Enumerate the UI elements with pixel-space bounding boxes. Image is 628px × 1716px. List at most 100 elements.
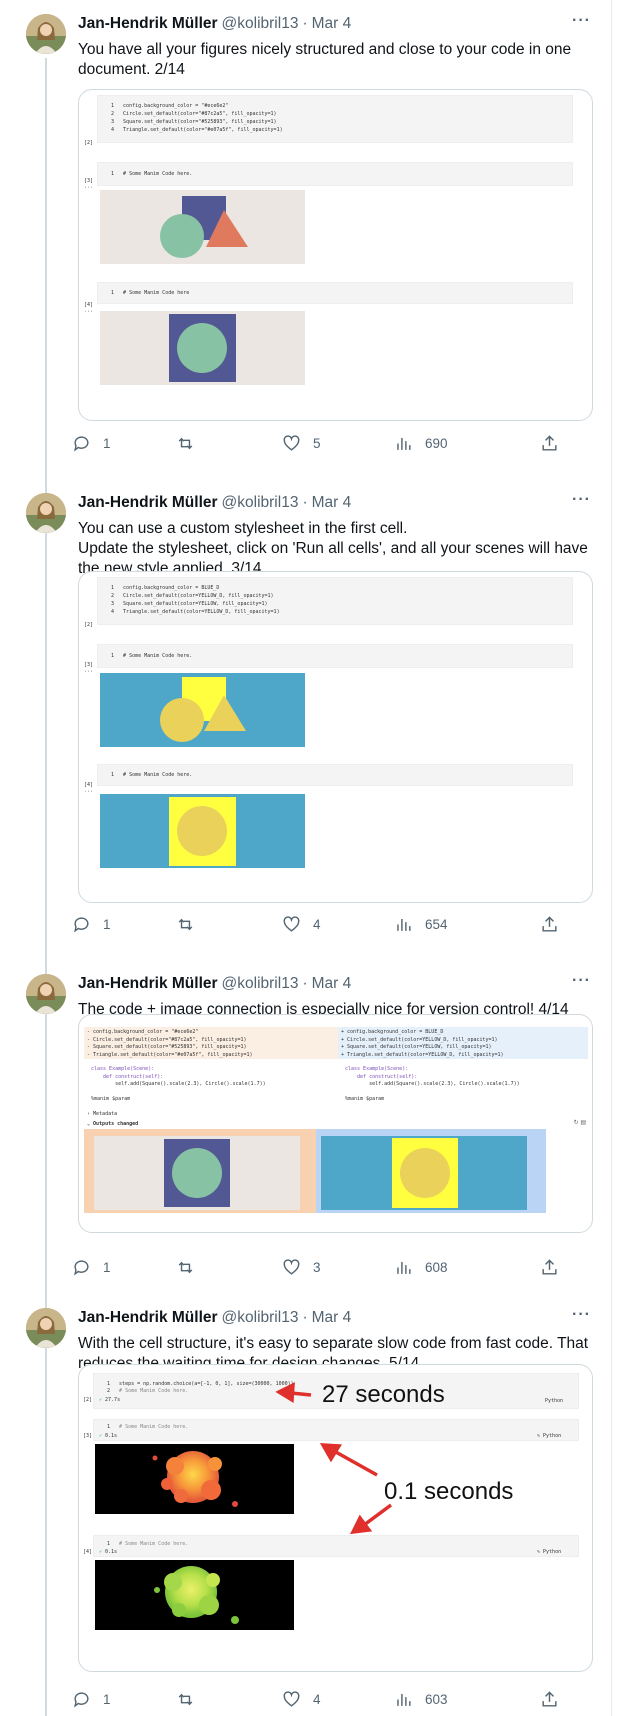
- reply-icon: [74, 917, 89, 933]
- retweet-icon: [178, 1693, 193, 1706]
- diff-line: self.add(Square().scale(2.3), Circle().s…: [91, 1081, 266, 1087]
- author-handle[interactable]: @kolibril13: [222, 15, 299, 33]
- manim-output: [100, 794, 305, 868]
- tweet[interactable]: Jan-Hendrik Müller @kolibril13 · Mar 4 ·…: [0, 479, 612, 960]
- author-name[interactable]: Jan-Hendrik Müller: [78, 975, 218, 993]
- separator-dot: ·: [302, 15, 308, 32]
- outputs-changed-toggle[interactable]: ⌄ Outputs changed: [87, 1121, 138, 1129]
- like-button[interactable]: 4: [282, 1690, 321, 1709]
- tweet-date[interactable]: Mar 4: [312, 494, 352, 512]
- retweet-button[interactable]: [176, 1258, 195, 1277]
- tweet[interactable]: Jan-Hendrik Müller @kolibril13 · Mar 4 ·…: [0, 0, 612, 462]
- cell-label: [3]: [84, 662, 94, 668]
- tweet-media[interactable]: - config.background_color = "#ece6e2" - …: [78, 1014, 593, 1233]
- reply-icon: [74, 436, 89, 452]
- reply-button[interactable]: 1: [72, 915, 111, 934]
- author-handle[interactable]: @kolibril13: [222, 975, 299, 993]
- separator-dot: ·: [302, 975, 308, 992]
- like-count: 4: [313, 917, 321, 932]
- tweet-date[interactable]: Mar 4: [312, 975, 352, 993]
- like-count: 4: [313, 1692, 321, 1707]
- tweet-date[interactable]: Mar 4: [312, 15, 352, 33]
- annotation-arrows: [275, 1382, 393, 1535]
- diff-line: class Example(Scene):: [345, 1066, 409, 1072]
- code-line: 1 config.background_color = "#ece6e2": [111, 103, 229, 109]
- code-text: Circle.set_default(color="#87c2a5", fill…: [123, 111, 277, 117]
- separator-dot: ·: [302, 1309, 308, 1326]
- share-button[interactable]: [540, 915, 559, 934]
- tweet[interactable]: Jan-Hendrik Müller @kolibril13 · Mar 4 ·…: [0, 960, 612, 1294]
- views-button[interactable]: 608: [394, 1258, 448, 1277]
- separator-dot: ·: [302, 494, 308, 511]
- diff-toolbar-icons[interactable]: ↻ ▤: [574, 1119, 586, 1126]
- like-button[interactable]: 5: [282, 434, 321, 453]
- views-button[interactable]: 690: [394, 434, 448, 453]
- tweet-media[interactable]: 1 config.background_color = BLUE_D 2 Cir…: [78, 571, 593, 903]
- more-icon[interactable]: ···: [572, 491, 591, 509]
- views-button[interactable]: 654: [394, 915, 448, 934]
- metadata-toggle[interactable]: › Metadata: [87, 1111, 117, 1119]
- code-text: config.background_color = BLUE_D: [123, 585, 220, 591]
- cell-label: [4]: [84, 782, 94, 788]
- reply-count: 1: [103, 436, 111, 451]
- code-text: config.background_color = "#ece6e2": [123, 103, 229, 109]
- diff-line: + config.background_color = BLUE_D: [341, 1029, 444, 1035]
- like-icon: [283, 1691, 300, 1707]
- views-button[interactable]: 603: [394, 1690, 448, 1709]
- tweet-actions: 1 4 654: [74, 915, 598, 937]
- author-name[interactable]: Jan-Hendrik Müller: [78, 15, 218, 33]
- tweet-media[interactable]: 1 steps = np.random.choice(a=[-1, 0, 1],…: [78, 1364, 593, 1672]
- reply-button[interactable]: 1: [72, 1690, 111, 1709]
- code-text: Triangle.set_default(color=YELLOW_D, fil…: [123, 609, 280, 615]
- author-handle[interactable]: @kolibril13: [222, 1309, 299, 1327]
- retweet-button[interactable]: [176, 434, 195, 453]
- avatar[interactable]: [26, 974, 66, 1014]
- metadata-label: Metadata: [93, 1111, 118, 1117]
- reply-button[interactable]: 1: [72, 1258, 111, 1277]
- code-text: # Some Manim Code here.: [123, 171, 193, 177]
- tweet[interactable]: Jan-Hendrik Müller @kolibril13 · Mar 4 ·…: [0, 1294, 612, 1716]
- reply-count: 1: [103, 1692, 111, 1707]
- author-name[interactable]: Jan-Hendrik Müller: [78, 494, 218, 512]
- like-button[interactable]: 3: [282, 1258, 321, 1277]
- reply-count: 1: [103, 917, 111, 932]
- views-count: 690: [425, 436, 448, 451]
- diff-line: class Example(Scene):: [91, 1066, 155, 1072]
- avatar[interactable]: [26, 14, 66, 54]
- tweet-media[interactable]: 1 config.background_color = "#ece6e2" 2 …: [78, 89, 593, 421]
- share-button[interactable]: [540, 1258, 559, 1277]
- diff-line: def construct(self):: [345, 1073, 418, 1080]
- reply-button[interactable]: 1: [72, 434, 111, 453]
- tweet-text-line: You can use a custom stylesheet in the f…: [78, 520, 408, 537]
- author-name[interactable]: Jan-Hendrik Müller: [78, 1309, 218, 1327]
- diff-right-code: + config.background_color = BLUE_D + Cir…: [341, 1029, 520, 1103]
- views-count: 608: [425, 1260, 448, 1275]
- diff-line: - Circle.set_default(color="#87c2a5", fi…: [87, 1036, 247, 1043]
- tweet-date[interactable]: Mar 4: [312, 1309, 352, 1327]
- like-button[interactable]: 4: [282, 915, 321, 934]
- retweet-button[interactable]: [176, 915, 195, 934]
- diff-line: %manim $param: [91, 1095, 131, 1102]
- views-icon: [397, 918, 411, 931]
- share-button[interactable]: [540, 1690, 559, 1709]
- tweet-actions: 1 5 690: [74, 434, 598, 456]
- avatar[interactable]: [26, 1308, 66, 1348]
- code-line: 1 # Some Manim Code here.: [111, 653, 193, 659]
- reply-icon: [74, 1692, 89, 1708]
- more-icon[interactable]: ···: [572, 1306, 591, 1324]
- more-icon[interactable]: ···: [572, 972, 591, 990]
- ellipsis: ···: [84, 309, 94, 315]
- retweet-icon: [178, 437, 193, 450]
- manim-output: [100, 190, 305, 264]
- avatar[interactable]: [26, 493, 66, 533]
- more-icon[interactable]: ···: [572, 12, 591, 30]
- retweet-button[interactable]: [176, 1690, 195, 1709]
- code-line: 1 # Some Manim Code here.: [111, 171, 193, 177]
- diff-line: + Square.set_default(color=YELLOW, fill_…: [341, 1044, 492, 1050]
- retweet-icon: [178, 918, 193, 931]
- reply-count: 1: [103, 1260, 111, 1275]
- share-button[interactable]: [540, 434, 559, 453]
- manim-output-before: [94, 1136, 300, 1210]
- diff-line: + Circle.set_default(color=YELLOW_D, fil…: [341, 1036, 498, 1043]
- author-handle[interactable]: @kolibril13: [222, 494, 299, 512]
